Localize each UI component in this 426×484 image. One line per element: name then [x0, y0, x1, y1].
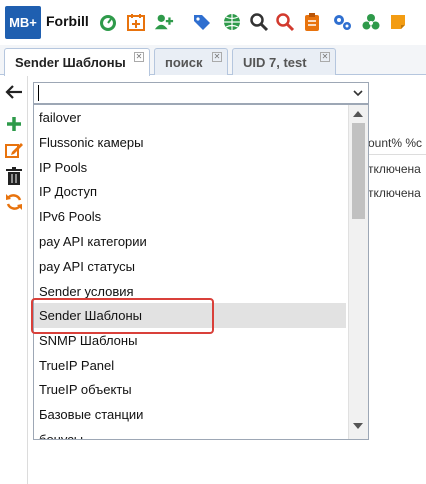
close-icon[interactable]: ✕ [212, 52, 222, 62]
scroll-down-icon[interactable] [353, 423, 363, 429]
tags-icon[interactable] [192, 12, 212, 32]
dropdown-scrollbar[interactable] [348, 105, 368, 439]
tab-uid[interactable]: UID 7, test ✕ [232, 48, 336, 75]
dropdown-option[interactable]: Flussonic камеры [34, 130, 346, 155]
biohazard-icon[interactable] [361, 12, 381, 32]
tab-label: Sender Шаблоны [15, 55, 126, 70]
search-red-icon[interactable] [275, 12, 295, 32]
tab-label: поиск [165, 55, 203, 70]
scrollbar-thumb[interactable] [352, 123, 365, 219]
calendar-add-icon[interactable] [126, 12, 146, 32]
dropdown-option-selected[interactable]: Sender Шаблоны [34, 303, 346, 328]
delete-icon[interactable] [4, 166, 24, 186]
dropdown-option[interactable]: IP Pools [34, 155, 346, 180]
close-icon[interactable]: ✕ [320, 52, 330, 62]
add-icon[interactable] [4, 114, 24, 134]
dropdown-option[interactable]: TrueIP объекты [34, 377, 346, 402]
scroll-up-icon[interactable] [353, 111, 363, 117]
back-arrow-icon[interactable] [4, 82, 24, 102]
tab-label: UID 7, test [243, 55, 307, 70]
dropdown-option[interactable]: бонусы [34, 427, 346, 439]
dropdown-option[interactable]: failover [34, 105, 346, 130]
add-user-icon[interactable] [154, 12, 174, 32]
table-header: ount% %c [368, 136, 423, 150]
tab-search[interactable]: поиск ✕ [154, 48, 228, 75]
top-bar: MB+ Forbill [0, 0, 426, 42]
search-icon[interactable] [249, 12, 269, 32]
close-icon[interactable]: ✕ [134, 52, 144, 62]
dropdown-option[interactable]: SNMP Шаблоны [34, 328, 346, 353]
tab-sender-templates[interactable]: Sender Шаблоны ✕ [4, 48, 150, 76]
dropdown-option[interactable]: IP Доступ [34, 179, 346, 204]
dropdown-option[interactable]: TrueIP Panel [34, 353, 346, 378]
settings-icon[interactable] [332, 12, 352, 32]
side-toolbar [0, 76, 28, 484]
table-cell: тключена [368, 162, 421, 176]
brand-name: Forbill [46, 13, 89, 29]
app-logo[interactable]: MB+ [5, 6, 41, 39]
refresh-icon[interactable] [4, 192, 24, 212]
note-icon[interactable] [388, 12, 408, 32]
dropdown-list[interactable]: failover Flussonic камеры IP Pools IP До… [33, 104, 369, 440]
dropdown-option[interactable]: IPv6 Pools [34, 204, 346, 229]
chevron-down-icon[interactable] [348, 83, 368, 103]
edit-icon[interactable] [4, 140, 24, 160]
clipboard-icon[interactable] [302, 12, 322, 32]
table-cell: тключена [368, 186, 421, 200]
tab-bar: Sender Шаблоны ✕ поиск ✕ UID 7, test ✕ [0, 45, 426, 76]
text-caret [38, 85, 39, 101]
dropdown-option[interactable]: Базовые станции [34, 402, 346, 427]
globe-icon[interactable] [222, 12, 242, 32]
dashboard-icon[interactable] [98, 12, 118, 32]
dropdown-option[interactable]: pay API статусы [34, 254, 346, 279]
dropdown-option[interactable]: Sender условия [34, 279, 346, 304]
dropdown-option[interactable]: pay API категории [34, 229, 346, 254]
table-select-combo[interactable] [33, 82, 369, 104]
